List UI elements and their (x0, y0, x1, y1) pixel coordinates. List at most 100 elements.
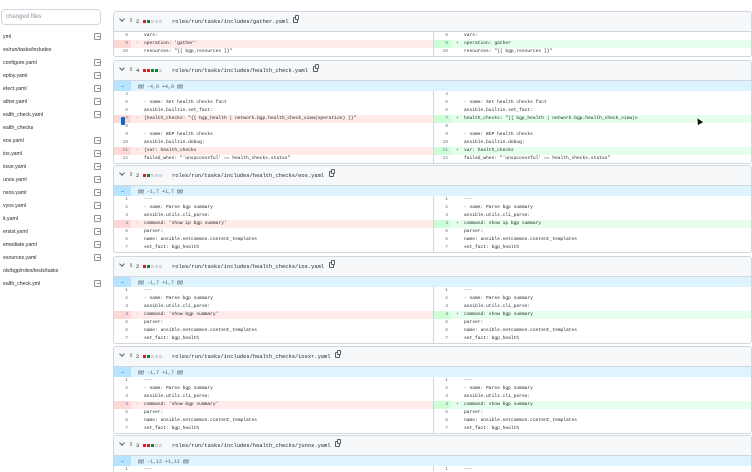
copy-icon[interactable] (328, 260, 335, 268)
expand-lines-icon[interactable]: … (114, 186, 131, 196)
file-tree-item[interactable]: vyos.yaml (0, 199, 106, 213)
expand-all-icon[interactable]: ⇕ (129, 65, 133, 74)
line-number[interactable]: 4 (434, 91, 451, 99)
line-number[interactable]: 1 (434, 196, 451, 204)
line-number[interactable]: 9 (114, 40, 131, 48)
comment-add-marker[interactable] (121, 117, 125, 125)
file-tree-item[interactable]: eploy.yaml (0, 69, 106, 83)
line-number[interactable]: 11 (434, 147, 451, 155)
line-number[interactable]: 2 (434, 385, 451, 393)
file-tree-item[interactable]: ersist.yaml (0, 225, 106, 239)
file-tree-item[interactable]: ather.yaml (0, 95, 106, 109)
file-path-link[interactable]: roles/run/tasks/includes/health_checks/i… (172, 264, 324, 270)
chevron-down-icon[interactable] (120, 66, 125, 71)
line-number[interactable]: 12 (434, 155, 451, 163)
line-number[interactable]: 10 (434, 48, 451, 56)
line-number[interactable]: 7 (434, 115, 451, 123)
line-number[interactable]: 11 (114, 147, 131, 155)
line-number[interactable]: 2 (114, 385, 131, 393)
expand-all-icon[interactable]: ⇕ (129, 351, 133, 360)
file-tree-item[interactable]: emediate.yaml (0, 238, 106, 252)
filter-changed-files-input[interactable]: changed files (1, 9, 101, 25)
line-number[interactable]: 6 (434, 236, 451, 244)
line-number[interactable]: 1 (434, 377, 451, 385)
file-path-link[interactable]: roles/run/tasks/includes/health_check.ya… (172, 68, 308, 74)
file-tree-folder[interactable]: ols/bgp/roles/tests/tasks (0, 264, 106, 278)
line-number[interactable]: 2 (434, 204, 451, 212)
line-number[interactable]: 10 (114, 48, 131, 56)
line-number[interactable]: 3 (114, 393, 131, 401)
line-number[interactable]: 9 (434, 40, 451, 48)
line-number[interactable]: 7 (114, 335, 131, 343)
line-number[interactable]: 9 (114, 131, 131, 139)
file-tree-item[interactable]: configure.yaml (0, 56, 106, 70)
chevron-down-icon[interactable] (120, 262, 125, 267)
copy-icon[interactable] (312, 64, 319, 72)
line-number[interactable]: 1 (114, 196, 131, 204)
line-number[interactable]: 1 (114, 287, 131, 295)
line-number[interactable]: 4 (114, 401, 131, 409)
expand-all-icon[interactable]: ⇕ (129, 170, 133, 179)
line-number[interactable]: 2 (434, 295, 451, 303)
file-path-link[interactable]: roles/run/tasks/includes/health_checks/i… (172, 354, 331, 360)
file-tree-folder[interactable]: ealth_checks (0, 121, 106, 135)
copy-icon[interactable] (328, 169, 335, 177)
expand-lines-icon[interactable]: … (114, 81, 131, 91)
line-number[interactable]: 4 (434, 311, 451, 319)
line-number[interactable]: 3 (114, 303, 131, 311)
chevron-down-icon[interactable] (120, 441, 125, 446)
copy-icon[interactable] (335, 350, 342, 358)
file-path-link[interactable]: roles/run/tasks/includes/gather.yaml (172, 19, 288, 25)
line-number[interactable]: 1 (114, 466, 131, 472)
line-number[interactable]: 6 (434, 107, 451, 115)
line-number[interactable]: 6 (434, 327, 451, 335)
file-tree-item[interactable]: yml (0, 30, 106, 44)
line-number[interactable]: 4 (114, 311, 131, 319)
file-path-link[interactable]: roles/run/tasks/includes/health_checks/e… (172, 173, 324, 179)
line-number[interactable]: 6 (434, 417, 451, 425)
expand-lines-icon[interactable]: … (114, 367, 131, 377)
line-number[interactable]: 1 (114, 377, 131, 385)
file-tree-item[interactable]: it.yaml (0, 212, 106, 226)
line-number[interactable]: 5 (434, 228, 451, 236)
line-number[interactable]: 3 (114, 212, 131, 220)
line-number[interactable]: 4 (434, 220, 451, 228)
file-tree-folder[interactable]: es/run/tasks/includes (0, 43, 106, 57)
expand-all-icon[interactable]: ⇕ (129, 16, 133, 25)
line-number[interactable]: 6 (114, 107, 131, 115)
line-number[interactable]: 5 (114, 319, 131, 327)
expand-all-icon[interactable]: ⇕ (129, 440, 133, 449)
line-number[interactable]: 6 (114, 236, 131, 244)
file-tree-item[interactable]: eos.yaml (0, 134, 106, 148)
chevron-down-icon[interactable] (120, 17, 125, 22)
line-number[interactable]: 4 (114, 220, 131, 228)
expand-lines-icon[interactable]: … (114, 456, 131, 466)
line-number[interactable]: 12 (114, 155, 131, 163)
file-tree-item[interactable]: unos.yaml (0, 173, 106, 187)
chevron-down-icon[interactable] (120, 352, 125, 357)
copy-icon[interactable] (335, 439, 342, 447)
chevron-down-icon[interactable] (120, 171, 125, 176)
line-number[interactable]: 5 (434, 99, 451, 107)
line-number[interactable]: 6 (114, 417, 131, 425)
line-number[interactable]: 3 (434, 212, 451, 220)
line-number[interactable]: 2 (114, 295, 131, 303)
line-number[interactable]: 5 (434, 409, 451, 417)
line-number[interactable]: 7 (114, 244, 131, 252)
line-number[interactable]: 7 (114, 425, 131, 433)
file-tree-item[interactable]: ealth_check.yml (0, 277, 106, 291)
expand-all-icon[interactable]: ⇕ (129, 261, 133, 270)
line-number[interactable]: 3 (434, 393, 451, 401)
line-number[interactable]: 7 (434, 244, 451, 252)
line-number[interactable]: 10 (114, 139, 131, 147)
line-number[interactable]: 5 (434, 319, 451, 327)
line-number[interactable]: 5 (114, 228, 131, 236)
line-number[interactable]: 5 (114, 409, 131, 417)
line-number[interactable]: 1 (434, 287, 451, 295)
line-number[interactable]: 8 (114, 32, 131, 40)
expand-lines-icon[interactable]: … (114, 277, 131, 287)
copy-icon[interactable] (293, 15, 299, 23)
line-number[interactable]: 10 (434, 139, 451, 147)
line-number[interactable]: 4 (434, 401, 451, 409)
file-tree-item[interactable]: etect.yaml (0, 82, 106, 96)
